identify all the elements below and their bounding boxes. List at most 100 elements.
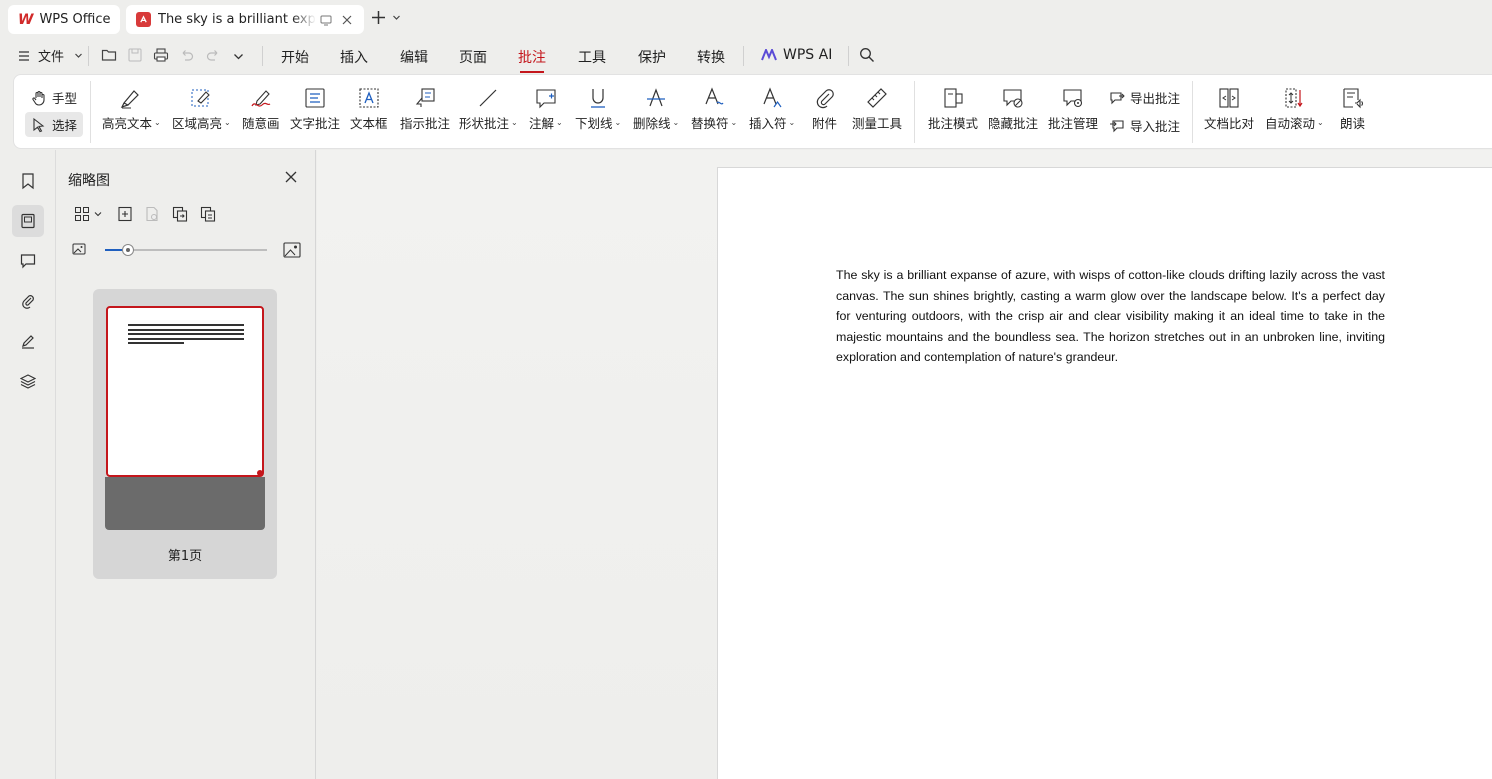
auto-scroll-icon	[1285, 88, 1303, 108]
wps-ai-button[interactable]: WPS AI	[761, 47, 832, 63]
shape-comment-button[interactable]: 形状批注 ⌄	[459, 83, 518, 132]
menu-tab-insert[interactable]: 插入	[340, 47, 368, 67]
tab-wps-office[interactable]: W WPS Office	[8, 5, 120, 34]
menu-tab-annotate[interactable]: 批注	[518, 47, 546, 73]
callout-comment-button[interactable]: 指示批注	[400, 83, 450, 132]
strikethrough-label: 删除线	[633, 116, 671, 131]
text-comment-button[interactable]: 文字批注	[290, 83, 340, 132]
replace-mark-label: 替换符	[691, 116, 729, 131]
page-thumbnail[interactable]	[106, 306, 264, 477]
menu-tab-edit[interactable]: 编辑	[400, 47, 428, 67]
manage-comments-button[interactable]: 批注管理	[1048, 83, 1098, 132]
signature-icon	[22, 335, 34, 349]
save-icon[interactable]	[127, 47, 143, 63]
view-mode-button[interactable]	[74, 206, 102, 222]
hide-comments-button[interactable]: 隐藏批注	[988, 83, 1038, 132]
close-icon[interactable]	[285, 171, 297, 183]
auto-scroll-label: 自动滚动	[1265, 116, 1316, 131]
layers-button[interactable]	[12, 365, 44, 397]
shape-comment-label: 形状批注	[459, 116, 510, 131]
print-icon[interactable]	[153, 47, 169, 63]
chevron-down-icon[interactable]	[392, 13, 401, 22]
slider-thumb[interactable]	[122, 244, 134, 256]
text-comment-label: 文字批注	[290, 116, 341, 131]
read-aloud-icon	[1342, 88, 1363, 109]
pen-icon	[251, 90, 271, 107]
hide-comments-label: 隐藏批注	[988, 116, 1039, 131]
note-icon	[536, 89, 556, 109]
search-icon[interactable]	[859, 47, 875, 63]
insert-mark-button[interactable]: 插入符 ⌄	[749, 83, 795, 132]
compare-icon	[1219, 88, 1239, 108]
hand-tool-label: 手型	[52, 91, 78, 106]
attachments-button[interactable]	[12, 285, 44, 317]
monitor-icon[interactable]	[320, 14, 332, 26]
paperclip-icon	[816, 89, 834, 109]
hand-tool-button[interactable]: 手型	[31, 88, 77, 107]
file-menu[interactable]: 文件	[18, 46, 83, 65]
tab-document[interactable]: The sky is a brilliant expanse	[126, 5, 364, 34]
underline-button[interactable]: 下划线 ⌄	[575, 83, 621, 132]
insert-mark-label: 插入符	[749, 116, 787, 131]
zoom-out-image-icon[interactable]	[72, 242, 86, 256]
attachment-button[interactable]: 附件	[812, 83, 837, 132]
redo-icon[interactable]	[205, 47, 221, 63]
measure-tool-button[interactable]: 测量工具	[852, 83, 902, 132]
area-highlight-label: 区域高亮	[172, 116, 223, 131]
close-tab-icon[interactable]	[342, 15, 352, 25]
extract-page-icon[interactable]	[172, 206, 188, 222]
freehand-button[interactable]: 随意画	[242, 83, 280, 132]
highlight-text-button[interactable]: 高亮文本 ⌄	[102, 83, 161, 132]
thumbnail-icon	[21, 213, 35, 229]
thumbnail-overflow	[105, 477, 265, 530]
menu-tab-tools[interactable]: 工具	[578, 47, 606, 67]
select-tool-label: 选择	[52, 118, 78, 133]
manage-comments-label: 批注管理	[1048, 116, 1099, 131]
document-paragraph[interactable]: The sky is a brilliant expanse of azure,…	[836, 265, 1385, 368]
comments-button[interactable]	[12, 245, 44, 277]
note-button[interactable]: 注解 ⌄	[529, 83, 563, 132]
open-folder-icon[interactable]	[101, 47, 117, 63]
area-highlight-button[interactable]: 区域高亮 ⌄	[172, 83, 231, 132]
menu-tab-protect[interactable]: 保护	[638, 47, 666, 67]
zoom-in-image-icon[interactable]	[283, 241, 301, 259]
bookmark-button[interactable]	[12, 165, 44, 197]
menu-tab-page[interactable]: 页面	[459, 47, 487, 67]
import-comments-button[interactable]: 导入批注	[1109, 116, 1180, 135]
replace-mark-button[interactable]: 替换符 ⌄	[691, 83, 737, 132]
undo-icon[interactable]	[179, 47, 195, 63]
chevron-down-icon	[75, 53, 82, 58]
doc-compare-button[interactable]: 文档比对	[1204, 83, 1254, 132]
comment-icon	[20, 254, 36, 269]
textbox-button[interactable]: 文本框	[350, 83, 388, 132]
document-viewer[interactable]: The sky is a brilliant expanse of azure,…	[317, 150, 1492, 779]
export-comments-button[interactable]: 导出批注	[1109, 88, 1180, 107]
menu-tab-convert[interactable]: 转换	[697, 47, 725, 67]
thumbnail-button[interactable]	[12, 205, 44, 237]
auto-scroll-button[interactable]: 自动滚动 ⌄	[1265, 83, 1324, 132]
signature-button[interactable]	[12, 325, 44, 357]
chevron-down-icon[interactable]	[233, 51, 244, 62]
pdf-icon	[136, 12, 151, 27]
grid-icon	[75, 207, 89, 221]
comment-mode-button[interactable]: 批注模式	[928, 83, 978, 132]
menu-bar: 文件 开始 插入 编辑 页面 批注 工具 保护 转换 WPS AI	[0, 38, 1492, 74]
read-aloud-label: 朗读	[1340, 116, 1366, 131]
read-aloud-button[interactable]: 朗读	[1340, 83, 1365, 132]
left-sidebar	[0, 150, 56, 779]
insert-page-icon[interactable]	[117, 206, 133, 222]
menu-tab-start[interactable]: 开始	[281, 47, 309, 67]
textbox-label: 文本框	[350, 116, 388, 131]
page-thumbnail-card[interactable]: 第1页	[93, 289, 277, 579]
strikethrough-icon	[647, 88, 666, 107]
paperclip-icon	[22, 295, 34, 309]
delete-page-icon[interactable]	[144, 206, 160, 222]
chevron-down-icon	[94, 212, 102, 217]
add-tab-icon[interactable]	[371, 10, 386, 25]
document-page[interactable]: The sky is a brilliant expanse of azure,…	[717, 167, 1492, 779]
ribbon-toolbar: 手型 选择 高亮文本 ⌄ 区域高亮 ⌄ 随意画 文字批注 文本框 指示批注 形状批注…	[13, 74, 1492, 149]
select-tool-button[interactable]: 选择	[25, 112, 84, 137]
replace-page-icon[interactable]	[200, 206, 216, 222]
thumbnail-resize-handle[interactable]	[257, 470, 263, 476]
strikethrough-button[interactable]: 删除线 ⌄	[633, 83, 679, 132]
